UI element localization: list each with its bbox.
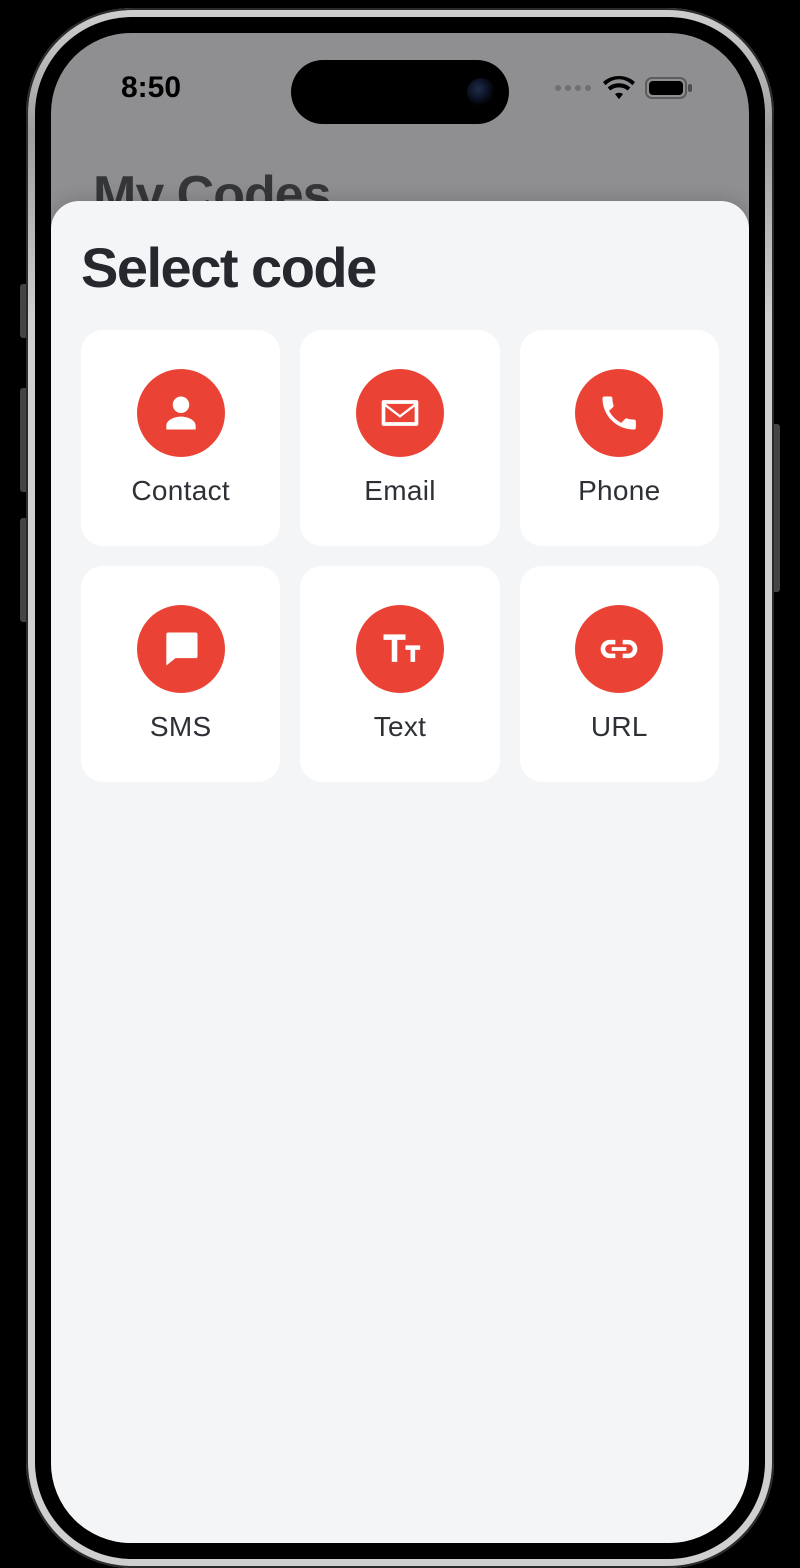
dynamic-island: [291, 60, 509, 124]
carrier-dots-icon: [555, 85, 591, 91]
option-label: SMS: [150, 711, 212, 743]
option-sms[interactable]: SMS: [81, 566, 280, 782]
option-label: URL: [591, 711, 648, 743]
select-code-sheet: Select code Contact Email: [51, 201, 749, 1543]
battery-icon: [645, 76, 695, 100]
sheet-title: Select code: [81, 235, 719, 300]
option-label: Text: [374, 711, 427, 743]
option-email[interactable]: Email: [300, 330, 499, 546]
option-text[interactable]: Text: [300, 566, 499, 782]
status-time: 8:50: [121, 71, 181, 105]
option-label: Phone: [578, 475, 660, 507]
options-grid: Contact Email Phone: [81, 330, 719, 782]
option-contact[interactable]: Contact: [81, 330, 280, 546]
sms-icon: [137, 605, 225, 693]
phone-bezel: 8:50: [35, 17, 765, 1559]
wifi-icon: [603, 76, 635, 100]
option-label: Email: [364, 475, 436, 507]
option-label: Contact: [131, 475, 230, 507]
email-icon: [356, 369, 444, 457]
text-icon: [356, 605, 444, 693]
url-icon: [575, 605, 663, 693]
phone-icon: [575, 369, 663, 457]
option-url[interactable]: URL: [520, 566, 719, 782]
option-phone[interactable]: Phone: [520, 330, 719, 546]
phone-frame: 8:50: [26, 8, 774, 1568]
status-indicators: [555, 76, 695, 100]
phone-screen: 8:50: [51, 33, 749, 1543]
contact-icon: [137, 369, 225, 457]
